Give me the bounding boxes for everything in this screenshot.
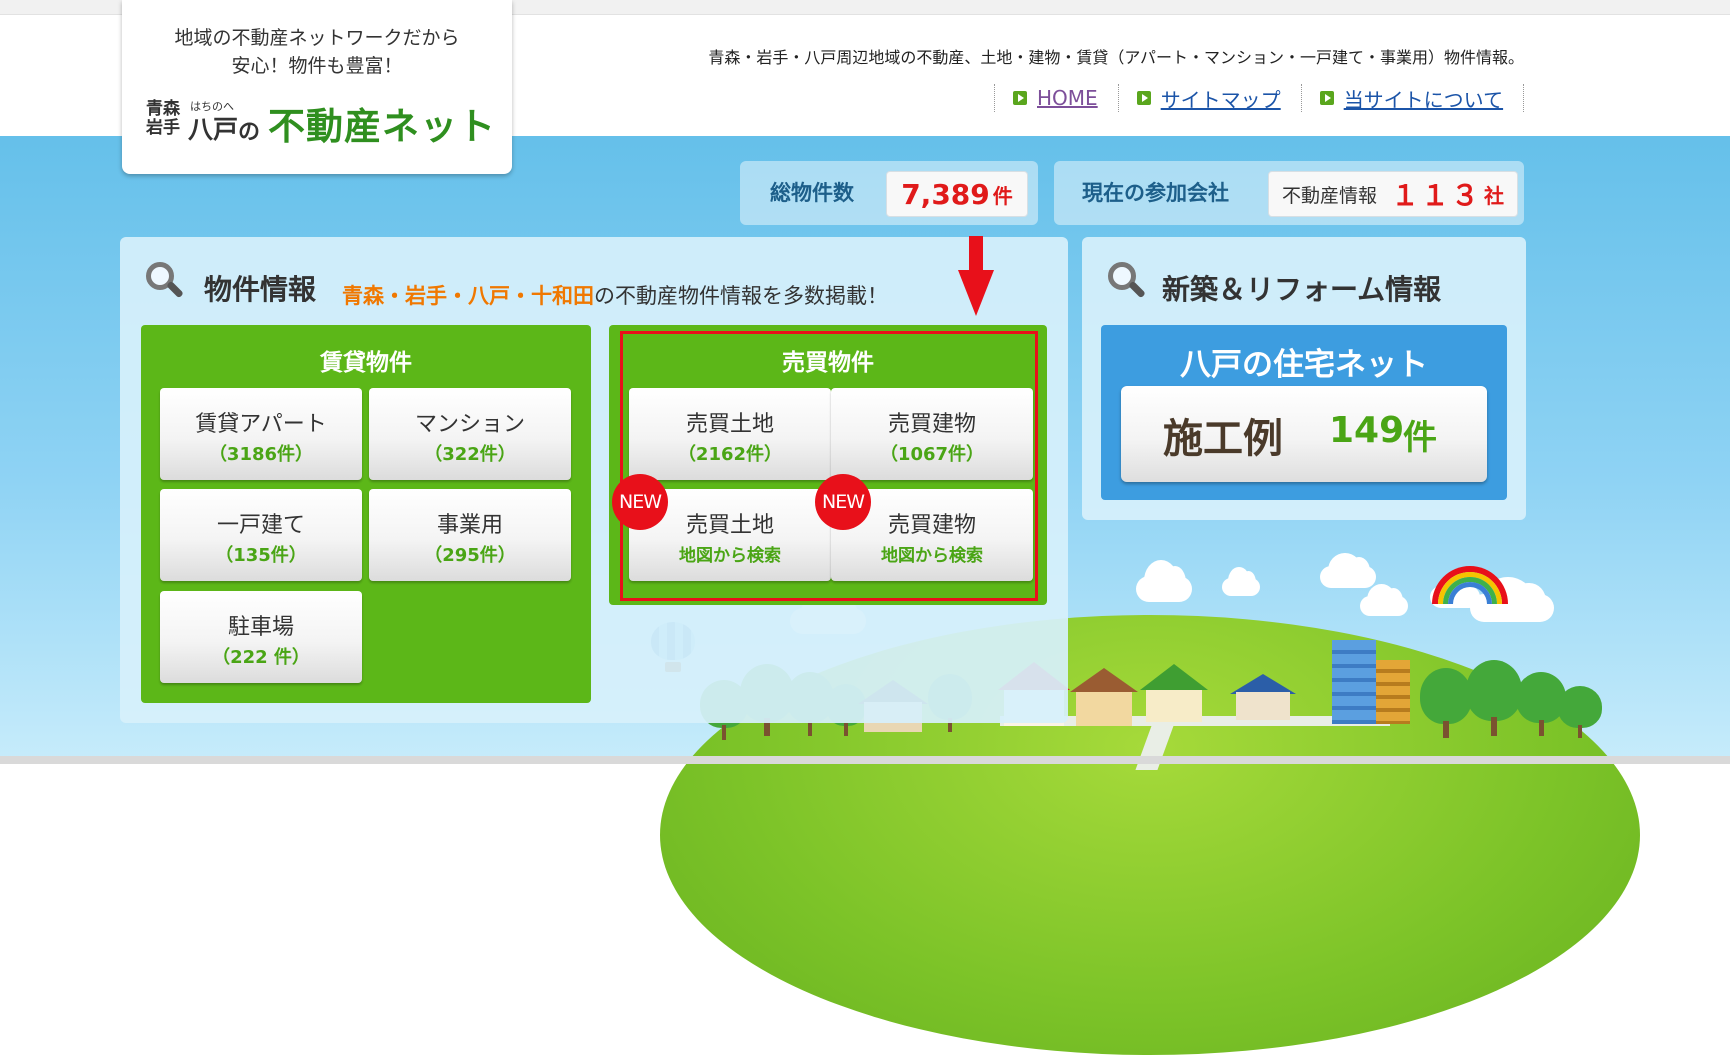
rental-parking-button[interactable]: 駐車場 （222 件） <box>160 591 362 683</box>
housing-network-title: 八戸の住宅ネット <box>1180 347 1428 383</box>
rental-apartment-button[interactable]: 賃貸アパート （3186件） <box>160 388 362 480</box>
play-square-icon <box>1136 91 1151 105</box>
nav-about-label: 当サイトについて <box>1343 87 1504 112</box>
nav-home-label: HOME <box>1037 86 1098 110</box>
member-companies-panel: 現在の参加会社 不動産情報 １１３ 社 <box>1054 161 1524 225</box>
property-areas: 青森・岩手・八戸・十和田 <box>342 284 594 308</box>
tile-count: （295件） <box>424 545 516 566</box>
total-properties-panel: 総物件数 7,389 件 <box>740 161 1038 225</box>
play-square-icon <box>1013 91 1027 105</box>
tile-count: （3186件） <box>208 444 314 465</box>
total-properties-value: 7,389 <box>901 177 990 211</box>
rental-house-button[interactable]: 一戸建て （135件） <box>160 489 362 581</box>
tree-icon <box>1466 660 1522 736</box>
logo-main-text: 不動産ネット <box>268 105 496 148</box>
play-square-icon <box>1319 91 1334 105</box>
nav-sitemap-link[interactable]: サイトマップ <box>1119 84 1302 112</box>
tile-label: 事業用 <box>436 513 503 538</box>
new-badge: NEW <box>612 474 668 530</box>
nav-about-link[interactable]: 当サイトについて <box>1302 84 1525 112</box>
member-companies-value: １１３ <box>1391 179 1482 212</box>
tile-count: （222 件） <box>212 647 310 668</box>
member-companies-label: 現在の参加会社 <box>1082 181 1229 205</box>
tile-count: （322件） <box>424 444 516 465</box>
logo-tagline-line2: 安心！物件も豊富！ <box>231 55 403 77</box>
page-bottom-border <box>0 756 1730 764</box>
logo-no: の <box>238 120 261 145</box>
logo-tagline: 地域の不動産ネットワークだから 安心！物件も豊富！ <box>122 24 512 80</box>
tile-label: 駐車場 <box>227 615 294 640</box>
down-arrow-icon <box>969 236 983 272</box>
down-arrow-head <box>958 270 994 316</box>
member-companies-sub: 不動産情報 <box>1281 184 1377 207</box>
tile-label: 一戸建て <box>216 513 305 538</box>
house-icon <box>1230 674 1296 720</box>
house-icon <box>1070 668 1138 726</box>
rental-header: 賃貸物件 <box>320 350 412 376</box>
nav-sitemap-label: サイトマップ <box>1160 87 1281 112</box>
top-navigation: HOME サイトマップ 当サイトについて <box>994 84 1525 112</box>
highlight-frame <box>620 331 1038 601</box>
construction-cases-button[interactable]: 施工例 149 件 <box>1121 386 1487 482</box>
property-info-title: 物件情報 <box>204 273 317 306</box>
construction-cases-unit: 件 <box>1403 418 1437 458</box>
logo-tagline-line1: 地域の不動産ネットワークだから <box>174 27 460 49</box>
tree-icon <box>1558 686 1602 738</box>
reform-info-title: 新築＆リフォーム情報 <box>1162 273 1442 306</box>
site-logo[interactable]: 地域の不動産ネットワークだから 安心！物件も豊富！ 青森 岩手 はちのへ 八戸 … <box>122 0 512 174</box>
total-properties-unit: 件 <box>992 183 1013 208</box>
member-companies-box: 不動産情報 １１３ 社 <box>1268 171 1518 217</box>
rental-mansion-button[interactable]: マンション （322件） <box>369 388 571 480</box>
member-companies-unit: 社 <box>1484 183 1505 208</box>
logo-iwate: 岩手 <box>146 118 180 138</box>
logo-hachinohe: 八戸 <box>188 115 239 144</box>
total-properties-box: 7,389 件 <box>886 171 1028 217</box>
property-areas-suffix: の不動産物件情報を多数掲載！ <box>594 284 888 308</box>
magnifier-icon <box>146 262 184 299</box>
tile-count: （135件） <box>215 545 307 566</box>
new-badge: NEW <box>815 474 871 530</box>
total-properties-label: 総物件数 <box>770 181 854 205</box>
magnifier-icon <box>1108 262 1146 299</box>
tile-label: 賃貸アパート <box>195 412 327 437</box>
logo-aomori: 青森 <box>146 99 180 119</box>
rental-business-button[interactable]: 事業用 （295件） <box>369 489 571 581</box>
logo-region: 青森 岩手 <box>146 100 180 138</box>
construction-cases-count: 149 <box>1329 410 1405 451</box>
cloud <box>1136 560 1192 602</box>
cloud <box>1320 552 1376 588</box>
property-info-subtitle: 青森・岩手・八戸・十和田の不動産物件情報を多数掲載！ <box>342 280 888 310</box>
cloud <box>1222 567 1260 596</box>
housing-network-block: 八戸の住宅ネット 施工例 149 件 <box>1101 325 1507 500</box>
building-icon <box>1376 660 1410 724</box>
nav-home-link[interactable]: HOME <box>995 84 1119 112</box>
site-description: 青森・岩手・八戸周辺地域の不動産、土地・建物・賃貸（アパート・マンション・一戸建… <box>708 48 1524 67</box>
tree-icon <box>1420 668 1472 738</box>
tile-label: マンション <box>414 412 525 437</box>
construction-cases-label: 施工例 <box>1163 416 1283 462</box>
cloud <box>1360 584 1408 616</box>
building-icon <box>1332 640 1376 724</box>
house-icon <box>1140 664 1208 722</box>
